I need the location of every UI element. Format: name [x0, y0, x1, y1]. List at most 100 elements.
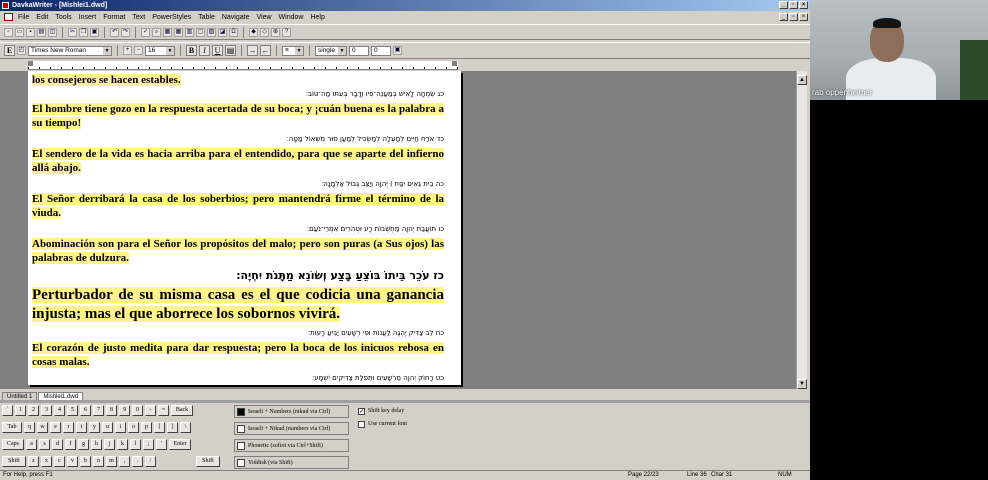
- paragraph-icon[interactable]: ▣: [393, 46, 402, 55]
- key[interactable]: e: [50, 422, 61, 433]
- font-size-selector[interactable]: 16 ▼: [145, 45, 175, 56]
- paste-icon[interactable]: ▣: [90, 27, 99, 37]
- key[interactable]: l: [130, 439, 141, 450]
- key[interactable]: n: [93, 456, 104, 467]
- menu-text[interactable]: Text: [132, 14, 145, 21]
- checkbox-icon[interactable]: [358, 420, 365, 428]
- image-icon[interactable]: ▦: [163, 27, 172, 37]
- key[interactable]: Shift: [2, 456, 26, 467]
- frame-icon[interactable]: ▢: [196, 27, 205, 37]
- mode-israeli-nikud[interactable]: Israeli + Nikud (numbers via Ctrl): [234, 422, 349, 435]
- minimize-button[interactable]: _: [779, 1, 788, 9]
- key[interactable]: ]: [167, 422, 178, 433]
- language-icon[interactable]: ◰: [17, 46, 26, 55]
- key[interactable]: \: [180, 422, 191, 433]
- key[interactable]: Shift: [196, 456, 220, 467]
- print-icon[interactable]: ▤: [37, 27, 46, 37]
- key[interactable]: b: [80, 456, 91, 467]
- scroll-down-icon[interactable]: ▼: [797, 379, 807, 389]
- spacing-dropdown-icon[interactable]: ▼: [338, 46, 346, 55]
- menu-format[interactable]: Format: [103, 14, 125, 21]
- save-icon[interactable]: ▪: [26, 27, 35, 37]
- key[interactable]: f: [65, 439, 76, 450]
- draw-icon[interactable]: ◪: [218, 27, 227, 37]
- ruler[interactable]: [28, 61, 458, 70]
- key[interactable]: w: [37, 422, 48, 433]
- chart-icon[interactable]: ▨: [207, 27, 216, 37]
- restore-button[interactable]: ▫: [789, 1, 798, 9]
- menu-navigate[interactable]: Navigate: [222, 14, 250, 21]
- key[interactable]: 0: [132, 405, 143, 416]
- mode-yiddish[interactable]: Yiddish (via Shift): [234, 456, 349, 469]
- key[interactable]: `: [2, 405, 13, 416]
- new-icon[interactable]: ▫: [4, 27, 13, 37]
- columns-icon[interactable]: ▥: [185, 27, 194, 37]
- redo-icon[interactable]: ↷: [121, 27, 130, 37]
- zoom-icon[interactable]: ⊕: [271, 27, 280, 37]
- key[interactable]: 6: [80, 405, 91, 416]
- ltr-arrow-icon[interactable]: ←: [260, 45, 271, 56]
- key[interactable]: t: [76, 422, 87, 433]
- key[interactable]: i: [115, 422, 126, 433]
- key[interactable]: x: [41, 456, 52, 467]
- line-spacing-selector[interactable]: single ▼: [315, 45, 347, 56]
- align-dropdown-icon[interactable]: ▼: [295, 46, 303, 55]
- dictionary-icon[interactable]: ◆: [249, 27, 258, 37]
- key[interactable]: /: [145, 456, 156, 467]
- font-dropdown-icon[interactable]: ▼: [103, 46, 111, 55]
- key[interactable]: 9: [119, 405, 130, 416]
- key[interactable]: Tab: [2, 422, 22, 433]
- align-selector[interactable]: ≡ ▼: [282, 45, 304, 56]
- menu-table[interactable]: Table: [198, 14, 215, 21]
- key[interactable]: v: [67, 456, 78, 467]
- doc-close-button[interactable]: ×: [799, 13, 808, 21]
- menu-window[interactable]: Window: [279, 14, 304, 21]
- key[interactable]: g: [78, 439, 89, 450]
- key[interactable]: 5: [67, 405, 78, 416]
- spacing-before-field[interactable]: 0: [349, 45, 369, 56]
- key[interactable]: .: [132, 456, 143, 467]
- key[interactable]: z: [28, 456, 39, 467]
- style-icon[interactable]: ▤: [225, 45, 236, 56]
- close-button[interactable]: ×: [799, 1, 808, 9]
- key[interactable]: u: [102, 422, 113, 433]
- checkbox-checked-icon[interactable]: ✓: [358, 407, 365, 415]
- size-dropdown-icon[interactable]: ▼: [166, 46, 174, 55]
- key[interactable]: ;: [143, 439, 154, 450]
- menu-powerstyles[interactable]: PowerStyles: [152, 14, 191, 21]
- table-icon[interactable]: ▦: [174, 27, 183, 37]
- vertical-scrollbar[interactable]: ▲ ▼: [796, 71, 807, 389]
- undo-icon[interactable]: ↶: [110, 27, 119, 37]
- spell-icon[interactable]: ✓: [141, 27, 150, 37]
- doc-restore-button[interactable]: ▫: [789, 13, 798, 21]
- cut-icon[interactable]: ✂: [68, 27, 77, 37]
- rtl-arrow-icon[interactable]: →: [247, 45, 258, 56]
- key[interactable]: j: [104, 439, 115, 450]
- right-indent-marker[interactable]: [452, 61, 457, 66]
- key[interactable]: Enter: [169, 439, 191, 450]
- help-icon[interactable]: ?: [282, 27, 291, 37]
- doc-minimize-button[interactable]: _: [779, 13, 788, 21]
- key[interactable]: 1: [15, 405, 26, 416]
- mode-israeli-numbers[interactable]: Israeli + Numbers (nikud via Ctrl): [234, 405, 349, 418]
- key[interactable]: Caps: [2, 439, 24, 450]
- preview-icon[interactable]: ◫: [48, 27, 57, 37]
- left-indent-marker[interactable]: [28, 61, 33, 66]
- key[interactable]: q: [24, 422, 35, 433]
- bible-icon[interactable]: ◇: [260, 27, 269, 37]
- menu-view[interactable]: View: [257, 14, 272, 21]
- key[interactable]: ': [156, 439, 167, 450]
- key[interactable]: =: [158, 405, 169, 416]
- copy-icon[interactable]: ❐: [79, 27, 88, 37]
- bold-button[interactable]: B: [186, 45, 197, 56]
- key[interactable]: a: [26, 439, 37, 450]
- key[interactable]: Back: [171, 405, 193, 416]
- english-mode-icon[interactable]: E: [4, 45, 15, 56]
- key[interactable]: p: [141, 422, 152, 433]
- shift-delay-option[interactable]: ✓ Shift key delay: [358, 406, 468, 416]
- menu-edit[interactable]: Edit: [36, 14, 48, 21]
- menu-help[interactable]: Help: [310, 14, 324, 21]
- key[interactable]: 3: [41, 405, 52, 416]
- menu-insert[interactable]: Insert: [79, 14, 97, 21]
- mode-phonetic[interactable]: Phonetic (sofiot via Ctrl+Shift): [234, 439, 349, 452]
